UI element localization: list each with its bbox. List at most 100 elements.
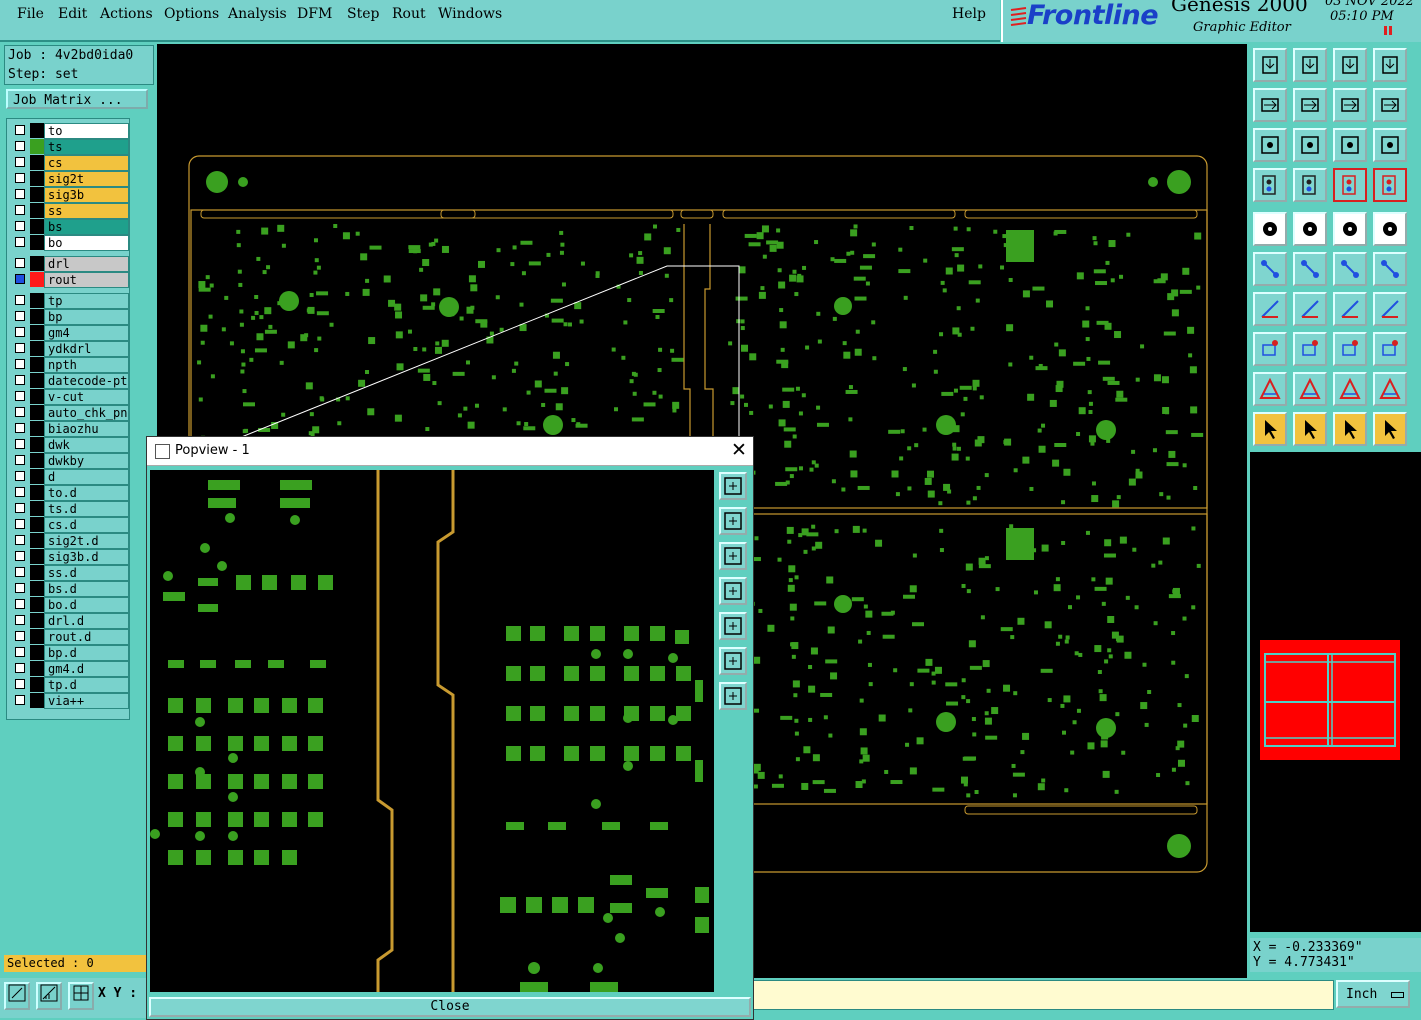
layer-name[interactable]: cs.d <box>44 517 129 533</box>
layer-checkbox[interactable] <box>15 343 25 353</box>
layer-name[interactable]: npth <box>44 357 129 373</box>
layer-checkbox[interactable] <box>15 535 25 545</box>
layer-name[interactable]: via++ <box>44 693 129 709</box>
layer-color-swatch[interactable] <box>30 293 44 308</box>
layer-checkbox[interactable] <box>15 615 25 625</box>
layer-row-ss[interactable]: ss <box>10 203 129 219</box>
layer-checkbox[interactable] <box>15 551 25 561</box>
layer-name[interactable]: to <box>44 123 129 139</box>
layer-row-bp-d[interactable]: bp.d <box>10 645 129 661</box>
cross-icon[interactable] <box>1293 252 1327 286</box>
layer-checkbox[interactable] <box>15 471 25 481</box>
layer-color-swatch[interactable] <box>30 533 44 548</box>
layer-color-swatch[interactable] <box>30 155 44 170</box>
zoom-home-icon[interactable] <box>1293 128 1327 162</box>
layer-row-sig3b[interactable]: sig3b <box>10 187 129 203</box>
layer-checkbox[interactable] <box>15 274 25 284</box>
angle-icon[interactable] <box>1253 292 1287 326</box>
point-red-2-icon[interactable] <box>1373 252 1407 286</box>
layer-checkbox[interactable] <box>15 205 25 215</box>
layer-name[interactable]: bp <box>44 309 129 325</box>
menu-actions[interactable]: Actions <box>100 6 153 22</box>
layer-name[interactable]: dwkby <box>44 453 129 469</box>
layer-checkbox[interactable] <box>15 407 25 417</box>
triangle-icon[interactable] <box>1253 372 1287 406</box>
layer-checkbox[interactable] <box>15 663 25 673</box>
fit-screen-icon[interactable] <box>1253 128 1287 162</box>
zoom-left-icon[interactable] <box>1333 88 1367 122</box>
layer-name[interactable]: datecode-ptc <box>44 373 129 389</box>
layer-color-swatch[interactable] <box>30 453 44 468</box>
zoom-window-icon[interactable] <box>4 982 30 1010</box>
snap-f-icon[interactable] <box>1373 292 1407 326</box>
pv-fit-icon[interactable] <box>719 472 747 500</box>
layer-checkbox[interactable] <box>15 141 25 151</box>
layer-row-cs-d[interactable]: cs.d <box>10 517 129 533</box>
layer-color-swatch[interactable] <box>30 469 44 484</box>
layer-color-swatch[interactable] <box>30 437 44 452</box>
line-h-icon[interactable] <box>1293 332 1327 366</box>
undo-curve-icon[interactable] <box>1373 88 1407 122</box>
arc-icon[interactable] <box>1333 292 1367 326</box>
ruler-icon[interactable] <box>1333 212 1367 246</box>
layer-checkbox[interactable] <box>15 295 25 305</box>
layer-name[interactable]: rout <box>44 272 129 288</box>
layer-row-biaozhu[interactable]: biaozhu <box>10 421 129 437</box>
layer-row-to[interactable]: to <box>10 123 129 139</box>
layer-name[interactable]: ydkdrl <box>44 341 129 357</box>
layer-name[interactable]: ts.d <box>44 501 129 517</box>
layer-color-swatch[interactable] <box>30 645 44 660</box>
pointer-icon[interactable] <box>1253 412 1287 446</box>
layer-name[interactable]: drl.d <box>44 613 129 629</box>
layer-row-via-[interactable]: via++ <box>10 693 129 709</box>
step-in-icon[interactable] <box>1253 48 1287 82</box>
pointer-box-icon[interactable] <box>1293 412 1327 446</box>
layer-name[interactable]: cs <box>44 155 129 171</box>
layer-row-bp[interactable]: bp <box>10 309 129 325</box>
layer-row-gm4-d[interactable]: gm4.d <box>10 661 129 677</box>
pan-left-icon[interactable] <box>1253 88 1287 122</box>
layer-name[interactable]: d <box>44 469 129 485</box>
menu-analysis[interactable]: Analysis <box>228 6 287 22</box>
pointer-branch-icon[interactable] <box>1373 412 1407 446</box>
layer-checkbox[interactable] <box>15 631 25 641</box>
layer-name[interactable]: v-cut <box>44 389 129 405</box>
layer-row-gm4[interactable]: gm4 <box>10 325 129 341</box>
layer-checkbox[interactable] <box>15 359 25 369</box>
layer-row-sig2t-d[interactable]: sig2t.d <box>10 533 129 549</box>
layer-row-bo-d[interactable]: bo.d <box>10 597 129 613</box>
scale-1-2-icon[interactable] <box>1333 128 1367 162</box>
layer-row-bs[interactable]: bs <box>10 219 129 235</box>
layer-color-swatch[interactable] <box>30 661 44 676</box>
layer-name[interactable]: sig3b.d <box>44 549 129 565</box>
layer-color-swatch[interactable] <box>30 325 44 340</box>
layer-name[interactable]: sig3b <box>44 187 129 203</box>
layer-row-datecode-ptc[interactable]: datecode-ptc <box>10 373 129 389</box>
layer-row-ydkdrl[interactable]: ydkdrl <box>10 341 129 357</box>
grid-icon[interactable] <box>68 982 94 1010</box>
layer-row-drl[interactable]: drl <box>10 256 129 272</box>
layer-color-swatch[interactable] <box>30 565 44 580</box>
layer-checkbox[interactable] <box>15 311 25 321</box>
node-move-icon[interactable] <box>1253 252 1287 286</box>
layer-name[interactable]: dwk <box>44 437 129 453</box>
pv-up-icon[interactable] <box>719 507 747 535</box>
step-out-icon[interactable] <box>1293 48 1327 82</box>
layer-row-rout-d[interactable]: rout.d <box>10 629 129 645</box>
layer-red-icon[interactable] <box>1333 168 1367 202</box>
layer-row-drl-d[interactable]: drl.d <box>10 613 129 629</box>
layer-checkbox[interactable] <box>15 327 25 337</box>
triangle-b-icon[interactable] <box>1333 372 1367 406</box>
layer-checkbox[interactable] <box>15 189 25 199</box>
drill-tool-icon[interactable] <box>1253 168 1287 202</box>
move-blue-icon[interactable] <box>1373 332 1407 366</box>
layer-color-swatch[interactable] <box>30 123 44 138</box>
pointer-red-icon[interactable] <box>1333 412 1367 446</box>
layer-row-bo[interactable]: bo <box>10 235 129 251</box>
layer-row-auto-chk-pnl[interactable]: auto_chk_pnl <box>10 405 129 421</box>
layer-color-swatch[interactable] <box>30 405 44 420</box>
home-icon[interactable] <box>1333 48 1367 82</box>
close-icon[interactable]: ✕ <box>731 439 747 461</box>
pv-left-icon[interactable] <box>719 577 747 605</box>
layer-row-bs-d[interactable]: bs.d <box>10 581 129 597</box>
